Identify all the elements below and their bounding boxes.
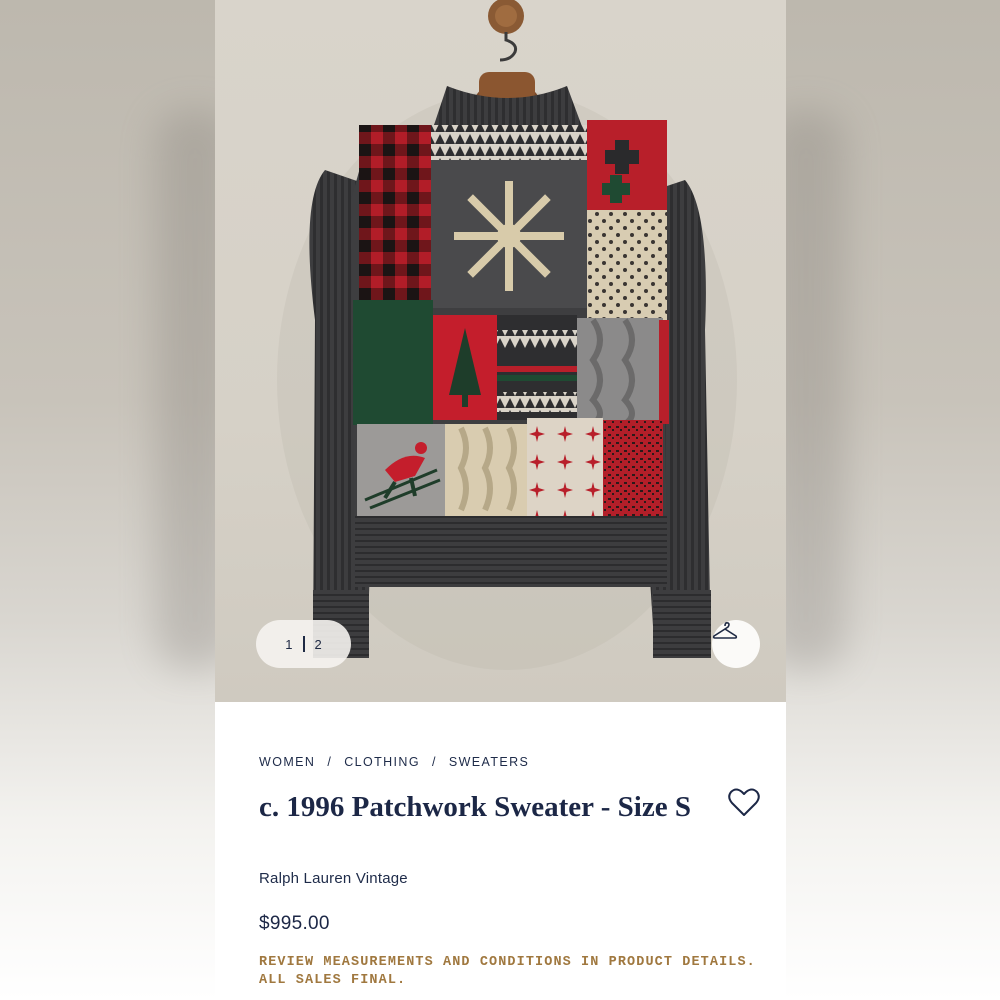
pager-current: 1 [285, 636, 293, 652]
pager-divider [302, 636, 305, 652]
breadcrumb-clothing[interactable]: CLOTHING [344, 755, 420, 769]
gallery-pager[interactable]: 1 2 [256, 620, 351, 668]
hanger-icon [712, 622, 738, 639]
product-image-gallery[interactable]: 1 2 [215, 0, 786, 702]
product-price: $995.00 [259, 913, 330, 934]
backdrop-right [766, 0, 1000, 1000]
breadcrumb-separator: / [431, 755, 437, 769]
heart-icon [728, 788, 760, 816]
pager-total: 2 [314, 636, 322, 652]
product-image [277, 0, 737, 670]
breadcrumb-sweaters[interactable]: SWEATERS [449, 755, 529, 769]
product-page: 1 2 WOMEN / CLOTHING / SWEATERS c. 1996 … [215, 0, 786, 1000]
backdrop-left [0, 0, 235, 1000]
sales-notice: REVIEW MEASUREMENTS AND CONDITIONS IN PR… [259, 955, 756, 988]
hanger-button[interactable] [712, 620, 760, 668]
favorite-button[interactable] [727, 786, 761, 820]
breadcrumb: WOMEN / CLOTHING / SWEATERS [259, 755, 529, 769]
breadcrumb-women[interactable]: WOMEN [259, 755, 315, 769]
breadcrumb-separator: / [327, 755, 333, 769]
product-brand[interactable]: Ralph Lauren Vintage [259, 870, 408, 887]
product-title: c. 1996 Patchwork Sweater - Size S [259, 791, 691, 823]
